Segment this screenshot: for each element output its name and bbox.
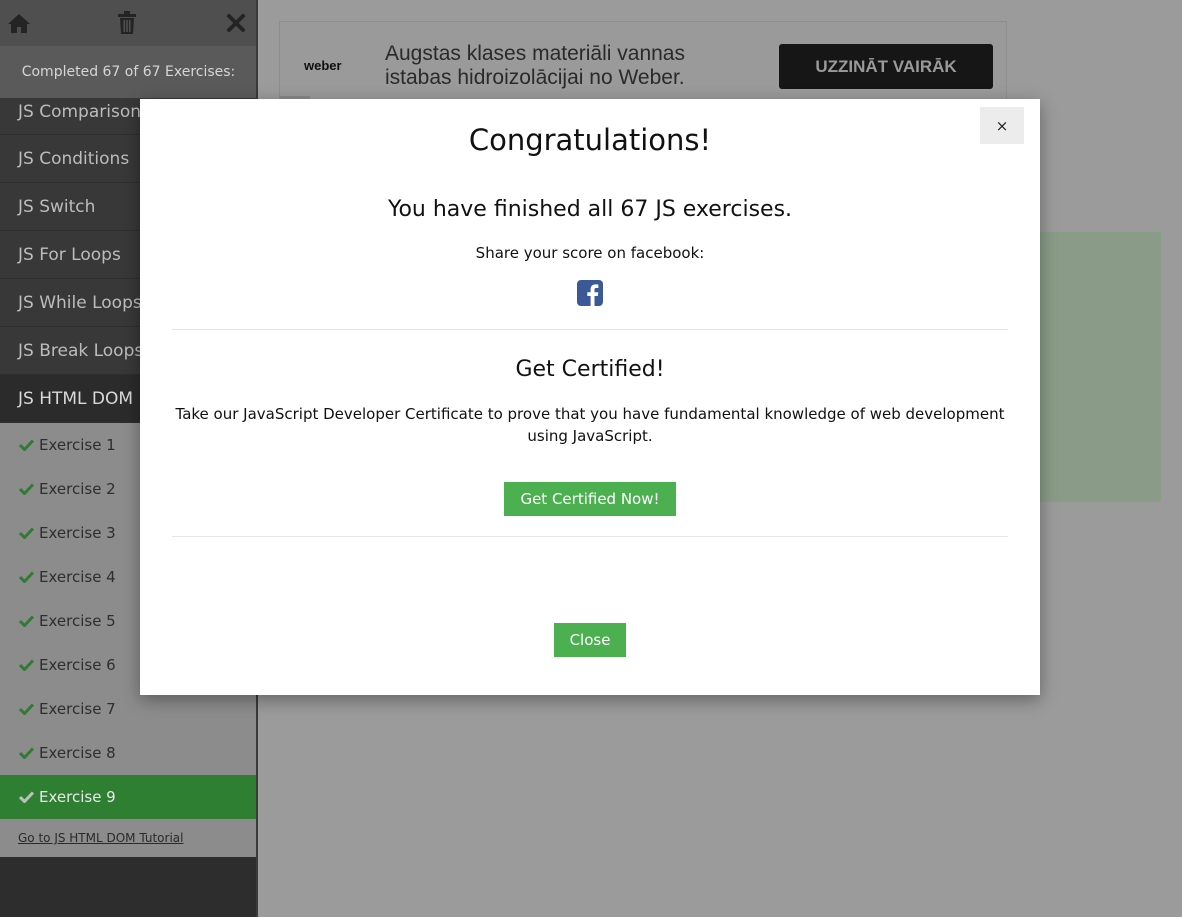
close-icon[interactable]	[223, 10, 249, 36]
sidebar-toolbar	[0, 0, 257, 46]
certified-heading: Get Certified!	[515, 357, 665, 382]
ad-logo: weber	[304, 58, 342, 73]
check-icon	[19, 615, 34, 627]
exercise-item-9[interactable]: Exercise 9	[0, 775, 257, 819]
trash-icon[interactable]	[114, 10, 140, 36]
exercise-label: Exercise 8	[39, 744, 116, 762]
exercise-label: Exercise 5	[39, 612, 116, 630]
close-button[interactable]: Close	[554, 623, 626, 657]
exercise-label: Exercise 1	[39, 436, 116, 454]
exercise-label: Exercise 6	[39, 656, 116, 674]
congratulations-modal: Congratulations! × You have finished all…	[140, 99, 1040, 695]
modal-divider	[172, 536, 1008, 537]
check-icon	[19, 527, 34, 539]
get-certified-button[interactable]: Get Certified Now!	[504, 482, 676, 516]
modal-divider	[172, 329, 1008, 330]
home-icon[interactable]	[6, 10, 32, 36]
facebook-icon[interactable]	[577, 280, 603, 306]
ad-text: Augstas klases materiāli vannas istabas …	[385, 42, 685, 89]
tutorial-link-row: Go to JS HTML DOM Tutorial	[0, 819, 257, 857]
check-icon	[19, 439, 34, 451]
exercise-label: Exercise 4	[39, 568, 116, 586]
exercise-label: Exercise 9	[39, 788, 116, 806]
share-prompt: Share your score on facebook:	[475, 244, 705, 262]
finished-message: You have finished all 67 JS exercises.	[387, 197, 793, 222]
check-icon	[19, 659, 34, 671]
ad-learn-more-button[interactable]: UZZINĀT VAIRĀK	[779, 44, 993, 89]
exercise-label: Exercise 3	[39, 524, 116, 542]
check-icon	[19, 791, 34, 803]
certified-description: Take our JavaScript Developer Certificat…	[175, 405, 1005, 445]
check-icon	[19, 747, 34, 759]
exercise-label: Exercise 2	[39, 480, 116, 498]
check-icon	[19, 703, 34, 715]
completed-status: Completed 67 of 67 Exercises:	[0, 46, 257, 98]
check-icon	[19, 571, 34, 583]
exercise-label: Exercise 7	[39, 700, 116, 718]
check-icon	[19, 483, 34, 495]
modal-close-x-button[interactable]: ×	[980, 107, 1024, 144]
modal-title: Congratulations!	[468, 123, 712, 157]
exercise-item-8[interactable]: Exercise 8	[0, 731, 257, 775]
tutorial-link[interactable]: Go to JS HTML DOM Tutorial	[18, 831, 183, 845]
